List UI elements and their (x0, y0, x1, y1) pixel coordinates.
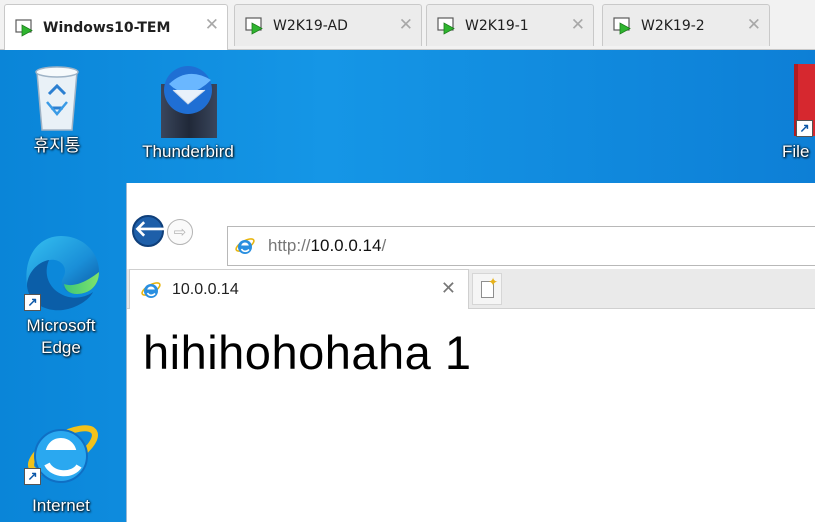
vm-tab-label: W2K19-1 (465, 17, 529, 34)
desktop-icon-label: Edge (41, 338, 81, 357)
desktop-icon-file[interactable]: ↗ File (782, 60, 815, 164)
page-heading: hihihohohaha 1 (143, 326, 472, 379)
ie-favicon-icon (235, 238, 255, 254)
desktop-icon-label: 휴지통 (33, 136, 81, 155)
vm-tab-w2k19-1[interactable]: W2K19-1 ✕ (426, 4, 594, 46)
url-trail: / (381, 236, 387, 255)
vm-running-icon (245, 16, 265, 35)
ie-tab-10-0-0-14[interactable]: 10.0.0.14 ✕ (129, 269, 469, 309)
new-tab-star-icon: ✦ (488, 275, 499, 289)
forward-button[interactable]: ⇨ (167, 219, 193, 245)
desktop-icon-label: Microsoft (26, 316, 96, 335)
desktop-icon-label: File (782, 142, 810, 161)
desktop-icon-label: Internet (32, 496, 90, 515)
desktop-icon-thunderbird[interactable]: Thunderbird (126, 60, 250, 164)
shortcut-arrow-icon: ↗ (24, 294, 41, 311)
shortcut-arrow-icon: ↗ (796, 120, 813, 137)
vm-tab-bar: Windows10-TEM ✕ W2K19-AD ✕ W2K19-1 ✕ W2K… (0, 0, 815, 50)
desktop-icon-label: Thunderbird (142, 142, 234, 161)
vm-running-icon (613, 16, 633, 35)
desktop-icon-microsoft-edge[interactable]: ↗ Microsoft Edge (14, 228, 108, 360)
vm-running-icon (437, 16, 457, 35)
ie-tab-title: 10.0.0.14 (172, 280, 239, 298)
recycle-bin-icon (35, 66, 79, 131)
forward-arrow-icon: ⇨ (173, 223, 187, 241)
close-icon[interactable]: ✕ (399, 15, 413, 35)
back-button[interactable]: 🡐 (132, 215, 193, 247)
vm-tab-w2k19-2[interactable]: W2K19-2 ✕ (602, 4, 770, 46)
address-bar[interactable]: http://10.0.0.14/ (227, 226, 815, 266)
url-scheme: http:// (268, 236, 311, 255)
vm-tab-w2k19-ad[interactable]: W2K19-AD ✕ (234, 4, 422, 46)
ie-favicon-icon (141, 281, 161, 298)
close-icon[interactable]: ✕ (571, 15, 585, 35)
ie-browser-window: 🡐 ⇨ http://10.0.0.14/ 10.0.0.14 ✕ ✦ hihi… (126, 183, 815, 522)
new-tab-button[interactable]: ✦ (472, 273, 502, 305)
close-icon[interactable]: ✕ (441, 278, 456, 299)
vm-tab-label: Windows10-TEM (43, 19, 171, 36)
thunderbird-icon (161, 66, 217, 138)
desktop-icon-recycle-bin[interactable]: 휴지통 (14, 60, 100, 158)
url-text[interactable]: http://10.0.0.14/ (268, 236, 386, 256)
vm-tab-windows10-tem[interactable]: Windows10-TEM ✕ (4, 4, 228, 50)
web-page-content: hihihohohaha 1 (127, 309, 815, 522)
url-host: 10.0.0.14 (310, 236, 382, 255)
desktop-icon-internet-explorer[interactable]: ↗ Internet (14, 410, 108, 518)
ie-navigation-bar: 🡐 ⇨ http://10.0.0.14/ (127, 183, 815, 269)
close-icon[interactable]: ✕ (747, 15, 761, 35)
ie-tab-strip: 10.0.0.14 ✕ ✦ (127, 269, 815, 309)
vm-running-icon (15, 18, 35, 37)
vm-tab-label: W2K19-AD (273, 17, 348, 34)
close-icon[interactable]: ✕ (205, 15, 219, 35)
vm-tab-label: W2K19-2 (641, 17, 705, 34)
shortcut-arrow-icon: ↗ (24, 468, 41, 485)
